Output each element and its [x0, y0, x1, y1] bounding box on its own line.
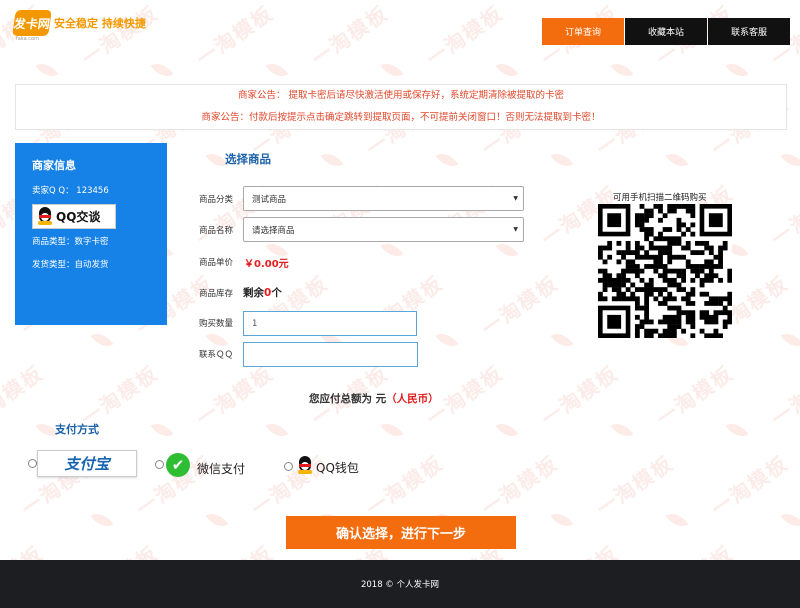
product-type: 商品类型：数字卡密 — [32, 237, 109, 247]
qr-code-image — [598, 204, 732, 338]
nav-order-query[interactable]: 订单查询 — [542, 18, 624, 45]
category-select-value: 测试商品 — [252, 194, 287, 205]
notice-line-2: 商家公告：付款后按提示点击确定跳转到提取页面，不可提前关闭窗口！否则无法提取到卡… — [201, 112, 601, 123]
alipay-logo: 支付宝 — [64, 455, 110, 473]
wechat-pay-radio[interactable] — [155, 460, 164, 469]
logo-slogan: 安全稳定 持续快捷 — [54, 17, 146, 30]
payment-method-title: 支付方式 — [55, 423, 99, 436]
confirm-next-button[interactable]: 确认选择，进行下一步 — [286, 516, 516, 549]
site-logo[interactable]: 发卡网 faka.com 安全稳定 持续快捷 — [12, 10, 146, 42]
qq-penguin-icon — [37, 207, 53, 226]
stock-suffix: 个 — [271, 287, 282, 299]
category-select[interactable]: 测试商品 ▼ — [243, 186, 524, 211]
chevron-down-icon: ▼ — [513, 226, 518, 233]
merchant-info-title: 商家信息 — [32, 159, 76, 172]
category-label: 商品分类 — [199, 195, 234, 205]
nav-contact-support[interactable]: 联系客服 — [708, 18, 790, 45]
footer-copyright: 2018 © 个人发卡网 — [360, 580, 440, 590]
unit-price-label: 商品单价 — [199, 258, 234, 268]
qq-wallet-label[interactable]: QQ钱包 — [316, 459, 359, 476]
chevron-down-icon: ▼ — [513, 195, 518, 202]
merchant-notice-box: 商家公告： 提取卡密后请尽快激活使用或保存好，系统定期清除被提取的卡密 商家公告… — [15, 84, 787, 130]
logo-mark: 发卡网 — [12, 10, 52, 36]
nav-bookmark-site[interactable]: 收藏本站 — [625, 18, 707, 45]
quantity-label: 购买数量 — [199, 319, 234, 329]
qq-chat-button[interactable]: QQ交谈 — [32, 204, 116, 229]
total-prefix: 您应付总额为 元 — [309, 393, 387, 405]
site-footer: 2018 © 个人发卡网 — [0, 560, 800, 608]
product-name-select-value: 请选择商品 — [252, 225, 295, 236]
qq-wallet-radio[interactable] — [284, 462, 293, 471]
total-amount: 您应付总额为 元（人民币） — [309, 391, 439, 406]
product-name-select[interactable]: 请选择商品 ▼ — [243, 217, 524, 242]
seller-qq: 卖家Q Q： 123456 — [32, 186, 109, 196]
delivery-type: 发货类型：自动发货 — [32, 260, 109, 270]
stock-prefix: 剩余 — [243, 287, 264, 299]
alipay-option[interactable]: 支付宝 — [37, 450, 137, 477]
total-currency: （人民币） — [386, 393, 439, 405]
select-product-title: 选择商品 — [225, 152, 271, 166]
stock-value: 剩余0个 — [243, 285, 282, 300]
merchant-info-panel: 商家信息 卖家Q Q： 123456 QQ交谈 商品类型：数字卡密 发货类型：自… — [15, 143, 167, 325]
alipay-radio[interactable] — [28, 459, 37, 468]
wechat-pay-label[interactable]: 微信支付 — [197, 460, 245, 477]
logo-subtext: faka.com — [16, 36, 39, 42]
contact-qq-label: 联系ＱＱ — [199, 350, 234, 360]
site-header: 发卡网 faka.com 安全稳定 持续快捷 订单查询 收藏本站 联系客服 — [0, 0, 800, 52]
wechat-icon: ✔ — [166, 453, 190, 477]
quantity-input[interactable] — [243, 311, 417, 336]
contact-qq-input[interactable] — [243, 342, 418, 367]
notice-line-1: 商家公告： 提取卡密后请尽快激活使用或保存好，系统定期清除被提取的卡密 — [237, 90, 565, 101]
top-nav: 订单查询 收藏本站 联系客服 — [542, 18, 790, 45]
qr-caption: 可用手机扫描二维码购买 — [613, 193, 707, 203]
unit-price-value: ￥0.00元 — [244, 259, 289, 270]
product-name-label: 商品名称 — [199, 226, 234, 236]
qq-wallet-icon — [297, 456, 313, 475]
qq-chat-label: QQ交谈 — [56, 210, 101, 224]
stock-label: 商品库存 — [199, 289, 234, 299]
